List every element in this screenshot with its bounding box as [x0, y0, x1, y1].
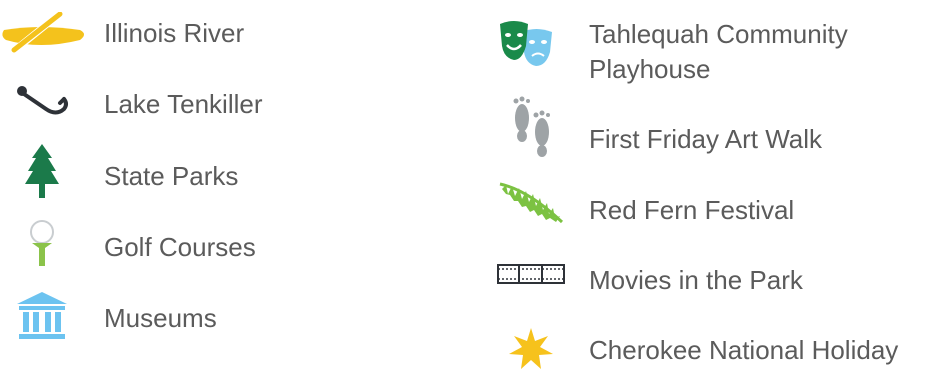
list-item-label: First Friday Art Walk [589, 124, 823, 154]
pine-tree-icon [25, 144, 59, 198]
list-item-label: Red Fern Festival [589, 195, 795, 225]
list-item-label: Cherokee National Holiday [589, 335, 899, 365]
list-item-label: Illinois River [104, 18, 245, 48]
museum-building-icon [17, 292, 67, 339]
fishing-hook-icon [17, 86, 68, 115]
seven-point-star-icon [509, 328, 553, 369]
footprints-icon [513, 96, 550, 157]
list-item-label: Museums [104, 303, 217, 333]
canoe-paddle-icon [2, 12, 84, 54]
list-item-label-line2: Playhouse [589, 54, 711, 84]
list-item-label: Lake Tenkiller [104, 89, 263, 119]
list-item-label: Golf Courses [104, 232, 256, 262]
list-item-label: Movies in the Park [589, 265, 803, 295]
fern-leaf-icon [499, 182, 564, 224]
golf-ball-tee-icon [30, 220, 54, 266]
theater-masks-icon [500, 21, 552, 66]
film-strip-icon [497, 264, 565, 284]
list-item-label: State Parks [104, 161, 239, 191]
list-item-label: Tahlequah Community [589, 19, 848, 49]
